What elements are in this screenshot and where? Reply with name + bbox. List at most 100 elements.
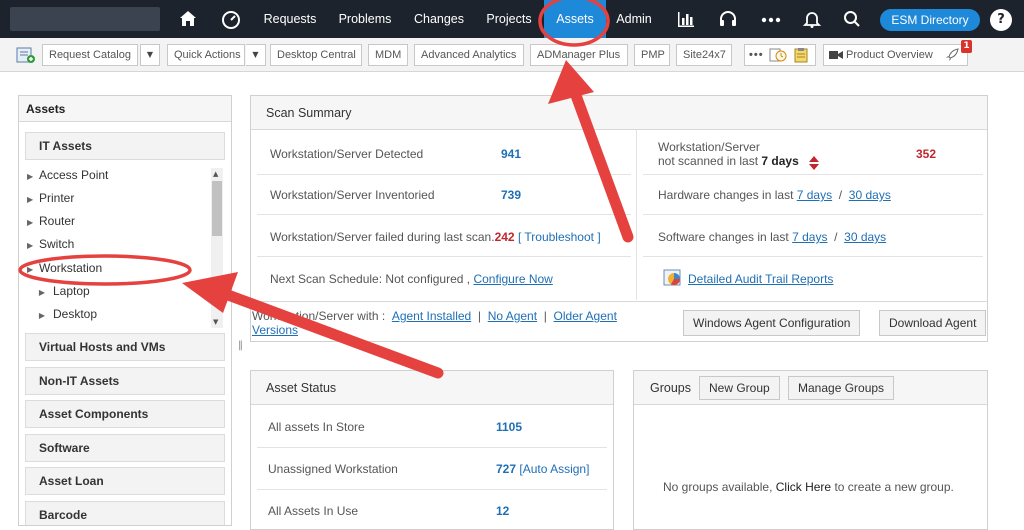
notification-bell-icon[interactable] [802, 9, 822, 29]
no-agent-link[interactable]: No Agent [488, 309, 537, 323]
scan-schedule-label: Next Scan Schedule: Not configured , [270, 272, 471, 286]
nav-requests[interactable]: Requests [256, 0, 324, 38]
site24x7-button[interactable]: Site24x7 [676, 44, 732, 66]
in-use-label: All Assets In Use [268, 504, 359, 518]
desktop-central-button[interactable]: Desktop Central [270, 44, 362, 66]
hardware-changes-label: Hardware changes in last [658, 188, 794, 202]
request-catalog-button[interactable]: Request Catalog [42, 44, 138, 66]
tree-item-access-point[interactable]: ▶ Access Point [27, 164, 108, 186]
unassigned-count[interactable]: 727 [496, 462, 516, 476]
tree-item-laptop[interactable]: ▶ Laptop [27, 280, 90, 302]
new-group-button[interactable]: New Group [699, 376, 780, 400]
tree-item-workstation[interactable]: ▶ Workstation [27, 257, 102, 279]
sidebar-category-asset-components[interactable]: Asset Components [25, 400, 225, 428]
sidebar-category-asset-loan[interactable]: Asset Loan [25, 467, 225, 495]
failed-scan-count[interactable]: 242 [495, 230, 515, 244]
quick-actions-dropdown-icon[interactable]: ▼ [246, 44, 266, 66]
new-request-icon[interactable] [16, 46, 36, 64]
detected-label: Workstation/Server Detected [270, 147, 424, 161]
pmp-button[interactable]: PMP [634, 44, 670, 66]
scan-summary-panel: Scan Summary Workstation/Server Detected… [250, 95, 988, 342]
troubleshoot-link[interactable]: [ Troubleshoot ] [518, 230, 601, 244]
inventoried-count[interactable]: 739 [501, 188, 521, 202]
top-navigation-bar: Requests Problems Changes Projects Asset… [0, 0, 1024, 38]
request-catalog-dropdown-icon[interactable]: ▼ [140, 44, 160, 66]
in-use-count[interactable]: 12 [496, 504, 509, 518]
help-icon[interactable]: ? [990, 9, 1012, 31]
more-options-icon[interactable] [760, 9, 782, 29]
not-scanned-row: Workstation/Server not scanned in last 7… [658, 140, 799, 168]
reports-bar-chart-icon[interactable] [676, 9, 696, 29]
hardware-30-days-link[interactable]: 30 days [849, 188, 891, 202]
detected-count[interactable]: 941 [501, 147, 521, 161]
product-overview-button[interactable]: Product Overview [823, 44, 968, 66]
download-agent-button[interactable]: Download Agent [879, 310, 987, 336]
scroll-down-icon[interactable]: ▼ [213, 318, 218, 326]
reminder-clock-icon[interactable] [769, 47, 787, 63]
row-divider [643, 174, 983, 175]
auto-assign-link[interactable]: [Auto Assign] [519, 462, 589, 476]
mdm-button[interactable]: MDM [368, 44, 408, 66]
nav-projects[interactable]: Projects [478, 0, 540, 38]
expand-arrow-icon: ▶ [27, 172, 34, 181]
agent-installed-link[interactable]: Agent Installed [392, 309, 471, 323]
unassigned-label: Unassigned Workstation [268, 462, 398, 476]
software-changes-row: Software changes in last 7 days / 30 day… [658, 230, 886, 244]
not-scanned-count[interactable]: 352 [916, 147, 936, 161]
tree-item-desktop[interactable]: ▶ Desktop [27, 303, 97, 325]
assets-sidebar: Assets IT Assets ▶ Access Point ▶ Printer … [18, 95, 232, 526]
older-agent-link[interactable]: Older Agent [554, 309, 617, 323]
tree-item-label: Access Point [39, 168, 109, 182]
esm-directory-button[interactable]: ESM Directory [880, 9, 980, 31]
windows-agent-configuration-button[interactable]: Windows Agent Configuration [683, 310, 861, 336]
tree-item-router[interactable]: ▶ Router [27, 210, 75, 232]
scan-schedule-row: Next Scan Schedule: Not configured , Con… [270, 272, 553, 286]
software-30-days-link[interactable]: 30 days [844, 230, 886, 244]
nav-changes[interactable]: Changes [406, 0, 472, 38]
sidebar-category-non-it-assets[interactable]: Non-IT Assets [25, 367, 225, 395]
dashboard-gauge-icon[interactable] [220, 9, 242, 29]
manage-groups-button[interactable]: Manage Groups [788, 376, 895, 400]
not-scanned-label-line2: not scanned in last [658, 154, 759, 168]
expand-arrow-icon: ▶ [27, 195, 34, 204]
sort-updown-icon[interactable] [809, 156, 819, 170]
in-store-count[interactable]: 1105 [496, 420, 522, 434]
advanced-analytics-button[interactable]: Advanced Analytics [414, 44, 524, 66]
tree-scrollbar-thumb[interactable] [212, 181, 222, 236]
older-agent-versions-link[interactable]: Versions [252, 323, 298, 337]
search-icon[interactable] [842, 9, 862, 29]
nav-admin[interactable]: Admin [608, 0, 660, 38]
tree-item-label: Printer [39, 191, 75, 205]
tree-item-label: Router [39, 214, 76, 228]
nav-problems[interactable]: Problems [330, 0, 400, 38]
sidebar-category-it-assets[interactable]: IT Assets [25, 132, 225, 160]
quick-actions-button[interactable]: Quick Actions [167, 44, 245, 66]
hardware-7-days-link[interactable]: 7 days [797, 188, 832, 202]
row-divider [257, 447, 607, 448]
configure-now-link[interactable]: Configure Now [473, 272, 552, 286]
more-tools-icon[interactable]: ••• [749, 49, 764, 61]
sidebar-title: Assets [19, 96, 231, 122]
row-divider [257, 214, 631, 215]
scroll-up-icon[interactable]: ▲ [213, 170, 218, 178]
tree-item-switch[interactable]: ▶ Switch [27, 233, 74, 255]
tree-item-printer[interactable]: ▶ Printer [27, 187, 74, 209]
admanager-plus-button[interactable]: ADManager Plus [530, 44, 628, 66]
agent-filter-label: Workstation/Server with : [252, 309, 386, 323]
sidebar-category-virtual-hosts[interactable]: Virtual Hosts and VMs [25, 333, 225, 361]
not-scanned-days: 7 days [761, 154, 799, 168]
quick-tools-group: ••• [744, 44, 816, 66]
agent-filter-row: Workstation/Server with : Agent Installe… [252, 309, 617, 337]
nav-assets[interactable]: Assets [544, 0, 606, 38]
sidebar-collapse-handle[interactable]: ‖ [238, 340, 246, 368]
headset-support-icon[interactable] [718, 9, 738, 29]
click-here-link[interactable]: Click Here [776, 480, 831, 494]
groups-empty-message: No groups available, Click Here to creat… [663, 480, 954, 494]
sidebar-category-software[interactable]: Software [25, 434, 225, 462]
sidebar-category-barcode[interactable]: Barcode [25, 501, 225, 525]
tree-item-label: Workstation [39, 261, 103, 275]
software-7-days-link[interactable]: 7 days [792, 230, 827, 244]
notes-clipboard-icon[interactable] [793, 47, 809, 63]
home-icon[interactable] [178, 9, 198, 29]
audit-trail-link[interactable]: Detailed Audit Trail Reports [688, 272, 833, 286]
